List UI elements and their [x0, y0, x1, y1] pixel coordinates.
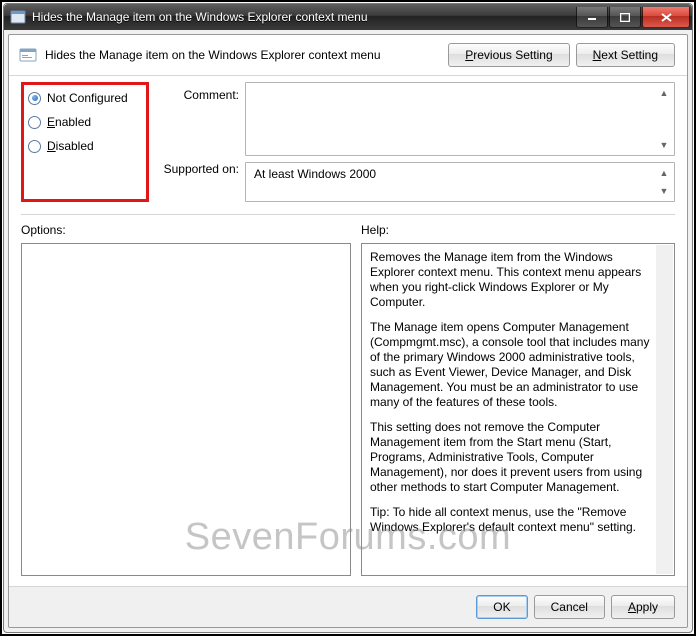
window: Hides the Manage item on the Windows Exp…	[3, 3, 693, 633]
scrollbar[interactable]	[656, 245, 673, 574]
scroll-down-icon[interactable]: ▼	[656, 183, 672, 199]
options-pane	[21, 243, 351, 576]
supported-on-field: At least Windows 2000 ▲ ▼	[245, 162, 675, 202]
help-label: Help:	[361, 223, 389, 237]
radio-icon	[28, 140, 41, 153]
radio-icon	[28, 116, 41, 129]
close-button[interactable]	[642, 7, 690, 28]
scroll-up-icon[interactable]: ▲	[656, 165, 672, 181]
app-icon	[10, 9, 26, 25]
cancel-button[interactable]: Cancel	[534, 595, 605, 619]
minimize-button[interactable]	[576, 7, 608, 28]
scroll-down-icon[interactable]: ▼	[656, 137, 672, 153]
comment-textarea[interactable]: ▲ ▼	[245, 82, 675, 156]
state-radio-enabled[interactable]: Enabled	[28, 115, 142, 129]
options-label: Options:	[21, 223, 361, 237]
next-setting-button[interactable]: Next Setting	[576, 43, 675, 67]
radio-icon	[28, 92, 41, 105]
state-radio-not-configured[interactable]: Not Configured	[28, 91, 142, 105]
help-text: Removes the Manage item from the Windows…	[370, 250, 652, 535]
supported-label: Supported on:	[149, 162, 239, 176]
policy-icon	[19, 46, 37, 64]
maximize-button[interactable]	[609, 7, 641, 28]
radio-label: Not Configured	[47, 91, 128, 105]
ok-button[interactable]: OK	[476, 595, 527, 619]
supported-on-value: At least Windows 2000	[254, 167, 376, 181]
state-radio-group: Not Configured Enabled Disabled	[21, 82, 149, 202]
radio-label: Enabled	[47, 115, 91, 129]
state-radio-disabled[interactable]: Disabled	[28, 139, 142, 153]
comment-label: Comment:	[149, 88, 239, 102]
dialog-footer: OK Cancel Apply	[9, 586, 687, 627]
radio-label: Disabled	[47, 139, 94, 153]
policy-header: Hides the Manage item on the Windows Exp…	[9, 35, 687, 76]
titlebar[interactable]: Hides the Manage item on the Windows Exp…	[4, 4, 692, 30]
window-title: Hides the Manage item on the Windows Exp…	[32, 10, 575, 24]
help-pane: Removes the Manage item from the Windows…	[361, 243, 675, 576]
previous-setting-button[interactable]: Previous Setting	[448, 43, 569, 67]
policy-name: Hides the Manage item on the Windows Exp…	[45, 48, 442, 62]
apply-button[interactable]: Apply	[611, 595, 675, 619]
scroll-up-icon[interactable]: ▲	[656, 85, 672, 101]
